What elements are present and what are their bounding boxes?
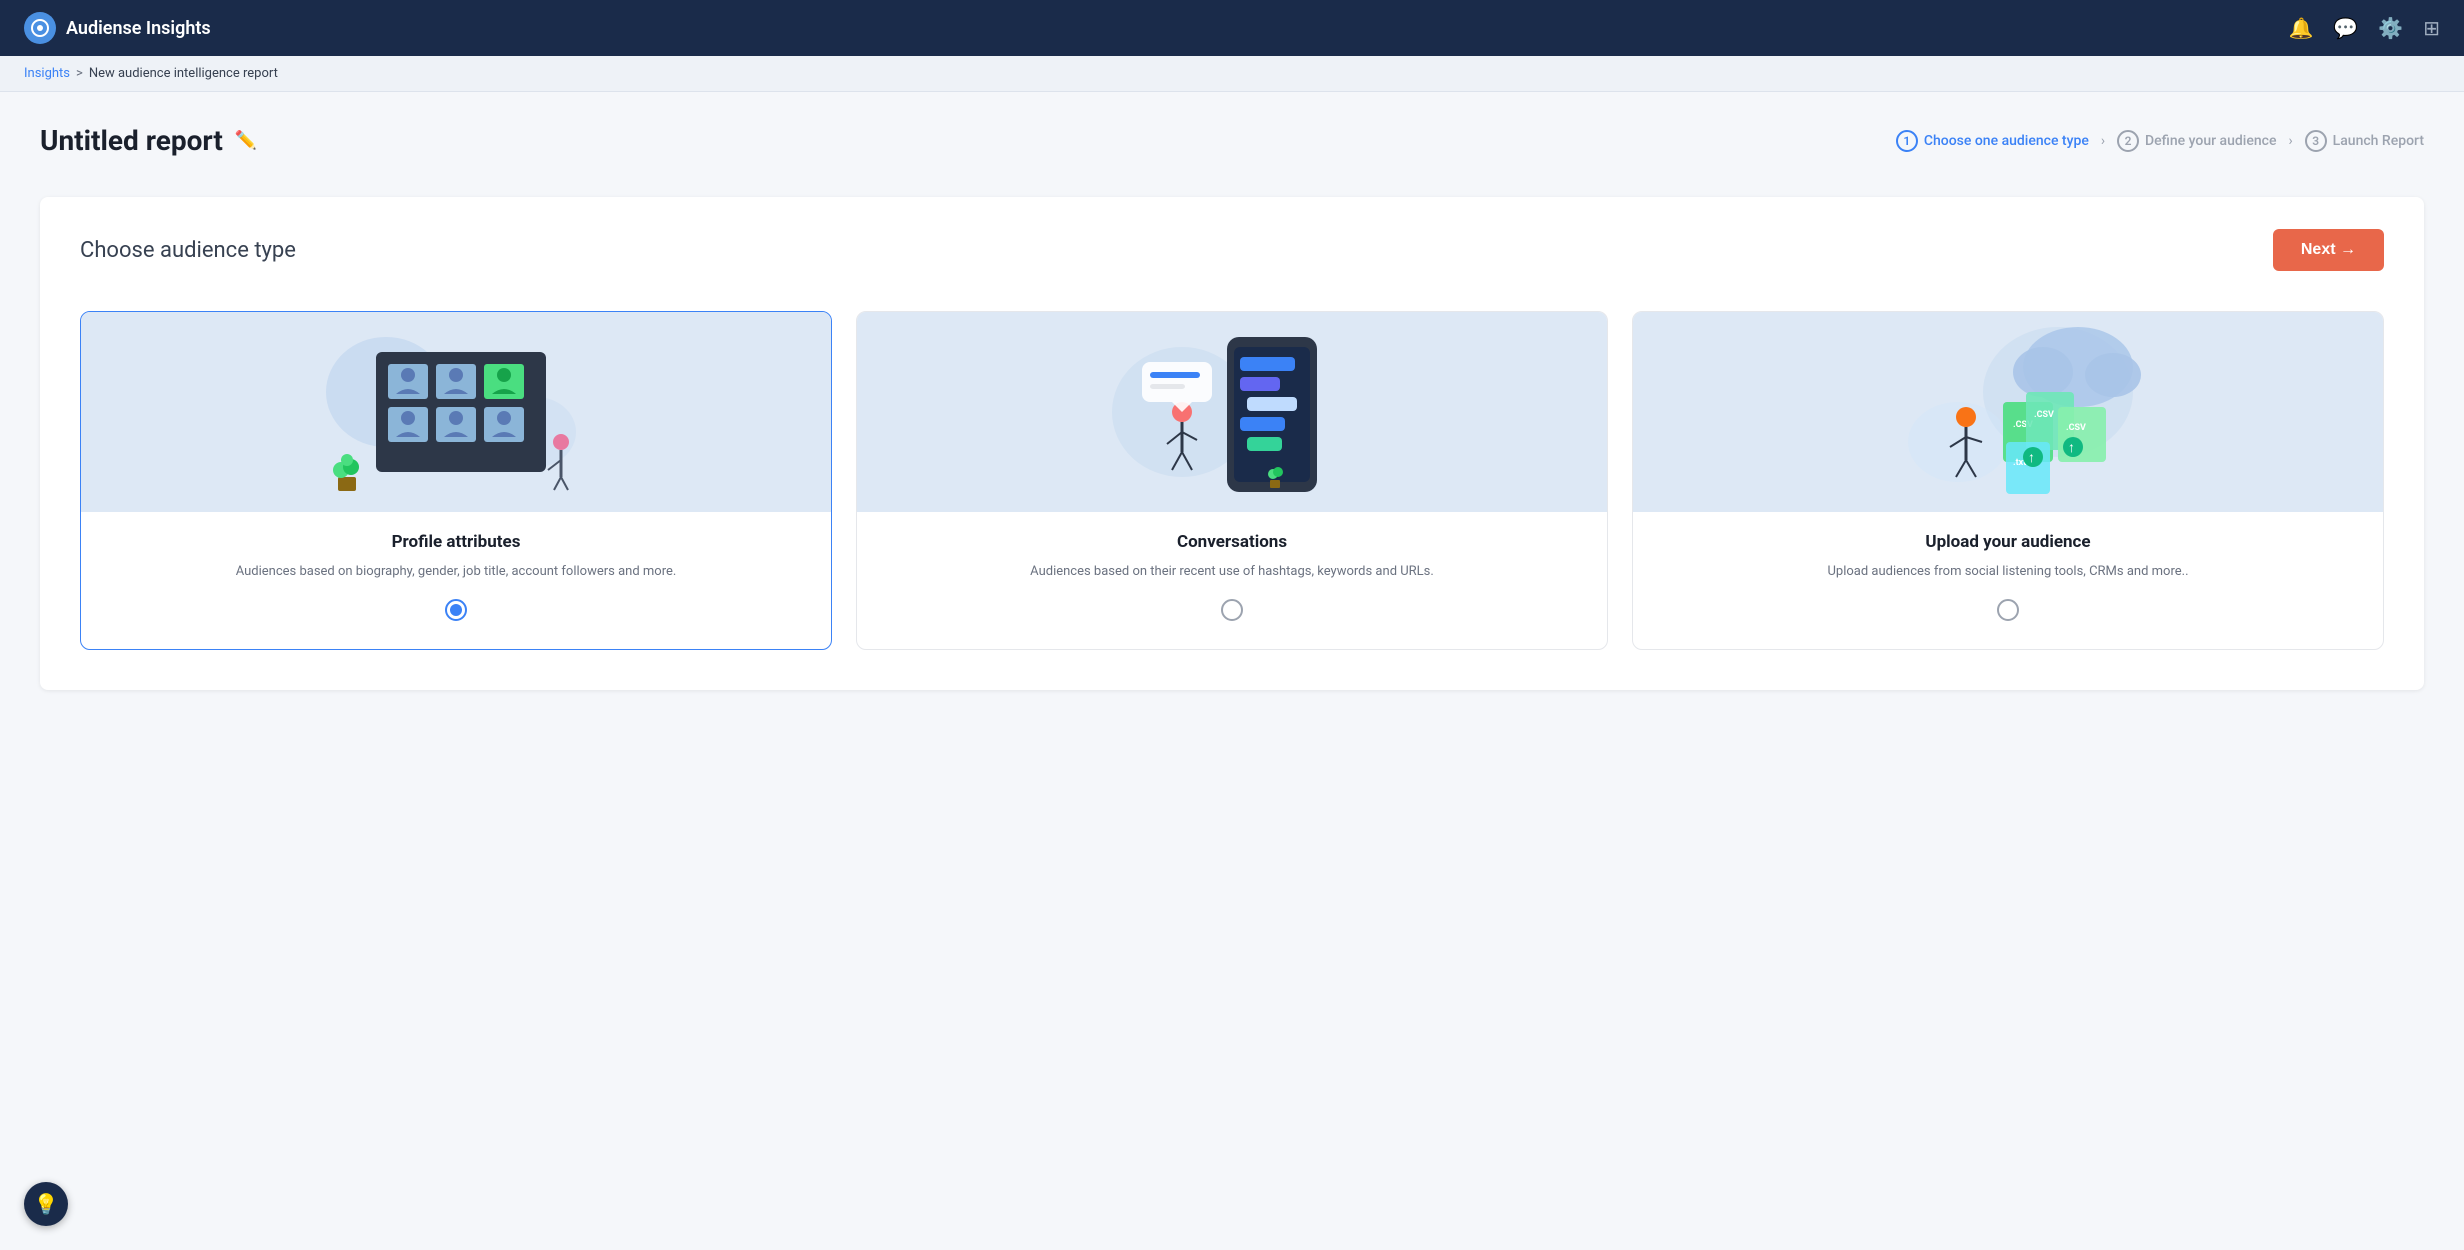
card-radio-conversations[interactable] [1221, 599, 1243, 621]
report-title: Untitled report [40, 124, 223, 157]
breadcrumb: Insights > New audience intelligence rep… [0, 56, 2464, 92]
settings-icon[interactable]: ⚙️ [2378, 16, 2403, 40]
card-body-upload: Upload your audience Upload audiences fr… [1633, 512, 2383, 649]
card-title-profile: Profile attributes [105, 532, 807, 552]
choose-header: Choose audience type Next → [80, 229, 2384, 271]
card-title-conversations: Conversations [881, 532, 1583, 552]
stepper: 1 Choose one audience type › 2 Define yo… [1896, 130, 2424, 152]
nav-icons-area: 🔔 💬 ⚙️ ⊞ [2289, 16, 2440, 40]
section-title: Choose audience type [80, 238, 296, 263]
card-illustration-profile [81, 312, 831, 512]
next-button[interactable]: Next → [2273, 229, 2384, 271]
notification-icon[interactable]: 🔔 [2289, 16, 2314, 40]
help-icon: 💡 [34, 1192, 59, 1216]
step-arrow-1: › [2101, 133, 2105, 149]
choose-section: Choose audience type Next → [40, 197, 2424, 690]
step-3-label: Launch Report [2333, 133, 2424, 149]
card-title-upload: Upload your audience [1657, 532, 2359, 552]
card-upload-audience[interactable]: .CSV .CSV .CSV .txt ↑ ↑ [1632, 311, 2384, 650]
step-arrow-2: › [2288, 133, 2292, 149]
svg-text:↑: ↑ [2068, 440, 2075, 456]
svg-text:↑: ↑ [2028, 450, 2035, 466]
card-body-profile: Profile attributes Audiences based on bi… [81, 512, 831, 645]
report-header: Untitled report ✏️ 1 Choose one audience… [40, 124, 2424, 157]
svg-text:.CSV: .CSV [2034, 410, 2054, 420]
card-illustration-upload: .CSV .CSV .CSV .txt ↑ ↑ [1633, 312, 2383, 512]
step-2-circle: 2 [2117, 130, 2139, 152]
breadcrumb-parent-link[interactable]: Insights [24, 66, 70, 81]
card-desc-upload: Upload audiences from social listening t… [1657, 562, 2359, 583]
card-illustration-conversations [857, 312, 1607, 512]
main-content: Untitled report ✏️ 1 Choose one audience… [0, 92, 2464, 722]
card-profile-attributes[interactable]: Profile attributes Audiences based on bi… [80, 311, 832, 650]
card-conversations[interactable]: Conversations Audiences based on their r… [856, 311, 1608, 650]
logo [24, 12, 56, 44]
report-title-area: Untitled report ✏️ [40, 124, 257, 157]
message-icon[interactable]: 💬 [2333, 16, 2358, 40]
step-3: 3 Launch Report [2305, 130, 2424, 152]
card-radio-upload[interactable] [1997, 599, 2019, 621]
svg-text:.CSV: .CSV [2066, 423, 2086, 433]
grid-icon[interactable]: ⊞ [2423, 16, 2440, 40]
breadcrumb-separator: > [76, 66, 83, 81]
audience-cards-grid: Profile attributes Audiences based on bi… [80, 311, 2384, 650]
card-desc-conversations: Audiences based on their recent use of h… [881, 562, 1583, 583]
step-1-label: Choose one audience type [1924, 133, 2089, 149]
breadcrumb-current: New audience intelligence report [89, 66, 278, 81]
step-2: 2 Define your audience [2117, 130, 2276, 152]
card-body-conversations: Conversations Audiences based on their r… [857, 512, 1607, 649]
step-1-circle: 1 [1896, 130, 1918, 152]
edit-title-icon[interactable]: ✏️ [235, 130, 257, 151]
step-2-label: Define your audience [2145, 133, 2276, 149]
brand-name: Audiense Insights [66, 18, 211, 39]
card-radio-profile[interactable] [445, 599, 467, 621]
help-button[interactable]: 💡 [24, 1182, 68, 1226]
step-3-circle: 3 [2305, 130, 2327, 152]
step-1: 1 Choose one audience type [1896, 130, 2089, 152]
card-desc-profile: Audiences based on biography, gender, jo… [105, 562, 807, 583]
brand-area: Audiense Insights [24, 12, 211, 44]
top-navigation: Audiense Insights 🔔 💬 ⚙️ ⊞ [0, 0, 2464, 56]
